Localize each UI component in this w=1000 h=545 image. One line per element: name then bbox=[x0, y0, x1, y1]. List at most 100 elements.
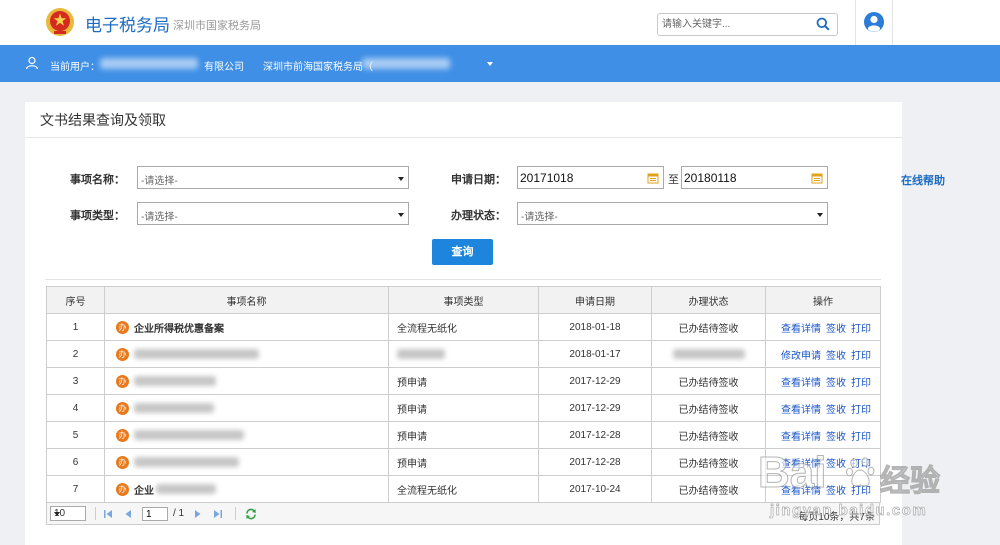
sign-link[interactable]: 签收 bbox=[826, 486, 846, 497]
status-select-value: -请选择- bbox=[521, 212, 558, 223]
search-input[interactable] bbox=[658, 14, 813, 35]
chevron-down-icon[interactable] bbox=[487, 62, 493, 66]
column-header-actions: 操作 bbox=[765, 286, 881, 314]
avatar-icon bbox=[864, 12, 884, 32]
print-link[interactable]: 打印 bbox=[851, 405, 871, 416]
cell-apply-date: 2017-10-24 bbox=[538, 475, 652, 503]
print-link[interactable]: 打印 bbox=[851, 351, 871, 362]
cell-item-name: 办 bbox=[104, 448, 389, 476]
chevron-down-icon bbox=[398, 177, 404, 181]
view-details-link[interactable]: 查看详情 bbox=[781, 459, 821, 470]
cell-status: 已办结待签收 bbox=[651, 448, 766, 476]
cell-item-name: 办 bbox=[104, 367, 389, 395]
cell-no: 7 bbox=[46, 475, 105, 503]
results-table: 序号 事项名称 事项类型 申请日期 办理状态 操作 1 办企业所得税优惠备案 全… bbox=[46, 286, 881, 503]
cell-item-type: 预申请 bbox=[388, 448, 539, 476]
current-user-label: 当前用户： bbox=[50, 62, 100, 73]
cell-status: 已办结待签收 bbox=[651, 394, 766, 422]
cell-item-type bbox=[388, 340, 539, 368]
table-row: 4 办 预申请 2017-12-29 已办结待签收 查看详情 签收 打印 bbox=[46, 394, 881, 422]
sign-link[interactable]: 签收 bbox=[826, 432, 846, 443]
column-header-no[interactable]: 序号 bbox=[46, 286, 105, 314]
column-header-item-type[interactable]: 事项类型 bbox=[388, 286, 539, 314]
cell-no: 2 bbox=[46, 340, 105, 368]
item-name-label: 事项名称： bbox=[70, 174, 125, 186]
sign-link[interactable]: 签收 bbox=[826, 351, 846, 362]
print-link[interactable]: 打印 bbox=[851, 378, 871, 389]
cell-no: 3 bbox=[46, 367, 105, 395]
cell-status: 已办结待签收 bbox=[651, 421, 766, 449]
print-link[interactable]: 打印 bbox=[851, 459, 871, 470]
date-from-input[interactable] bbox=[518, 167, 643, 188]
form-divider bbox=[45, 279, 881, 280]
table-row: 3 办 预申请 2017-12-29 已办结待签收 查看详情 签收 打印 bbox=[46, 367, 881, 395]
prev-page-icon[interactable] bbox=[123, 509, 133, 519]
item-type-select[interactable]: -请选择- bbox=[137, 202, 409, 225]
date-from-field bbox=[517, 166, 664, 189]
redacted-text bbox=[397, 348, 445, 359]
pagination-summary: 每页10条，共7条 bbox=[798, 512, 875, 523]
cell-apply-date: 2017-12-29 bbox=[538, 394, 652, 422]
page-size-select[interactable]: 10 bbox=[50, 506, 86, 521]
modify-application-link[interactable]: 修改申请 bbox=[781, 351, 821, 362]
redacted-text bbox=[672, 348, 745, 359]
redacted-text bbox=[134, 376, 216, 386]
current-user-bar: 当前用户： 有限公司 深圳市前海国家税务局（ bbox=[0, 45, 1000, 82]
handle-badge-icon: 办 bbox=[116, 320, 129, 334]
print-link[interactable]: 打印 bbox=[851, 324, 871, 335]
cell-item-type: 预申请 bbox=[388, 394, 539, 422]
handle-badge-icon: 办 bbox=[116, 374, 129, 388]
first-page-icon[interactable] bbox=[103, 509, 113, 519]
item-name-select[interactable]: -请选择- bbox=[137, 166, 409, 189]
table-row: 6 办 预申请 2017-12-28 已办结待签收 查看详情 签收 打印 bbox=[46, 448, 881, 476]
last-page-icon[interactable] bbox=[213, 509, 223, 519]
handle-badge-icon: 办 bbox=[116, 428, 129, 442]
column-header-apply-date[interactable]: 申请日期 bbox=[538, 286, 652, 314]
cell-item-type: 预申请 bbox=[388, 367, 539, 395]
next-page-icon[interactable] bbox=[193, 509, 203, 519]
print-link[interactable]: 打印 bbox=[851, 486, 871, 497]
user-avatar-button[interactable] bbox=[855, 0, 893, 45]
cell-actions: 查看详情 签收 打印 bbox=[765, 394, 881, 422]
print-link[interactable]: 打印 bbox=[851, 432, 871, 443]
refresh-icon[interactable] bbox=[245, 508, 257, 520]
query-button[interactable]: 查询 bbox=[432, 239, 493, 265]
status-label: 办理状态： bbox=[451, 210, 506, 222]
status-select[interactable]: -请选择- bbox=[517, 202, 828, 225]
cell-apply-date: 2017-12-28 bbox=[538, 448, 652, 476]
page-number-input[interactable] bbox=[142, 507, 168, 521]
national-emblem-logo[interactable] bbox=[45, 7, 75, 37]
cell-actions: 查看详情 签收 打印 bbox=[765, 475, 881, 503]
calendar-icon[interactable] bbox=[647, 172, 659, 184]
pagination-bar: 10 / 1 每页10条，共7条 bbox=[46, 503, 880, 525]
date-to-input[interactable] bbox=[682, 167, 807, 188]
view-details-link[interactable]: 查看详情 bbox=[781, 432, 821, 443]
sign-link[interactable]: 签收 bbox=[826, 324, 846, 335]
sign-link[interactable]: 签收 bbox=[826, 405, 846, 416]
view-details-link[interactable]: 查看详情 bbox=[781, 378, 821, 389]
tax-bureau-name[interactable]: 深圳市前海国家税务局（ bbox=[263, 58, 373, 73]
item-type-select-value: -请选择- bbox=[141, 212, 178, 223]
item-type-label: 事项类型： bbox=[70, 210, 125, 222]
column-header-status[interactable]: 办理状态 bbox=[651, 286, 766, 314]
cell-item-type: 全流程无纸化 bbox=[388, 313, 539, 341]
pager-separator bbox=[95, 507, 96, 520]
cell-status: 已办结待签收 bbox=[651, 313, 766, 341]
cell-no: 6 bbox=[46, 448, 105, 476]
view-details-link[interactable]: 查看详情 bbox=[781, 405, 821, 416]
cell-item-name: 办 bbox=[104, 394, 389, 422]
title-divider bbox=[25, 137, 902, 138]
sign-link[interactable]: 签收 bbox=[826, 378, 846, 389]
sign-link[interactable]: 签收 bbox=[826, 459, 846, 470]
search-icon[interactable] bbox=[816, 17, 830, 31]
cell-actions: 查看详情 签收 打印 bbox=[765, 421, 881, 449]
view-details-link[interactable]: 查看详情 bbox=[781, 486, 821, 497]
view-details-link[interactable]: 查看详情 bbox=[781, 324, 821, 335]
cell-actions: 修改申请 签收 打印 bbox=[765, 340, 881, 368]
cell-apply-date: 2017-12-28 bbox=[538, 421, 652, 449]
item-name-text: 企业所得税优惠备案 bbox=[134, 323, 224, 335]
online-help-link[interactable]: 在线帮助 bbox=[901, 172, 945, 188]
calendar-icon[interactable] bbox=[811, 172, 823, 184]
site-title[interactable]: 电子税务局 bbox=[85, 11, 170, 36]
column-header-item-name[interactable]: 事项名称 bbox=[104, 286, 389, 314]
